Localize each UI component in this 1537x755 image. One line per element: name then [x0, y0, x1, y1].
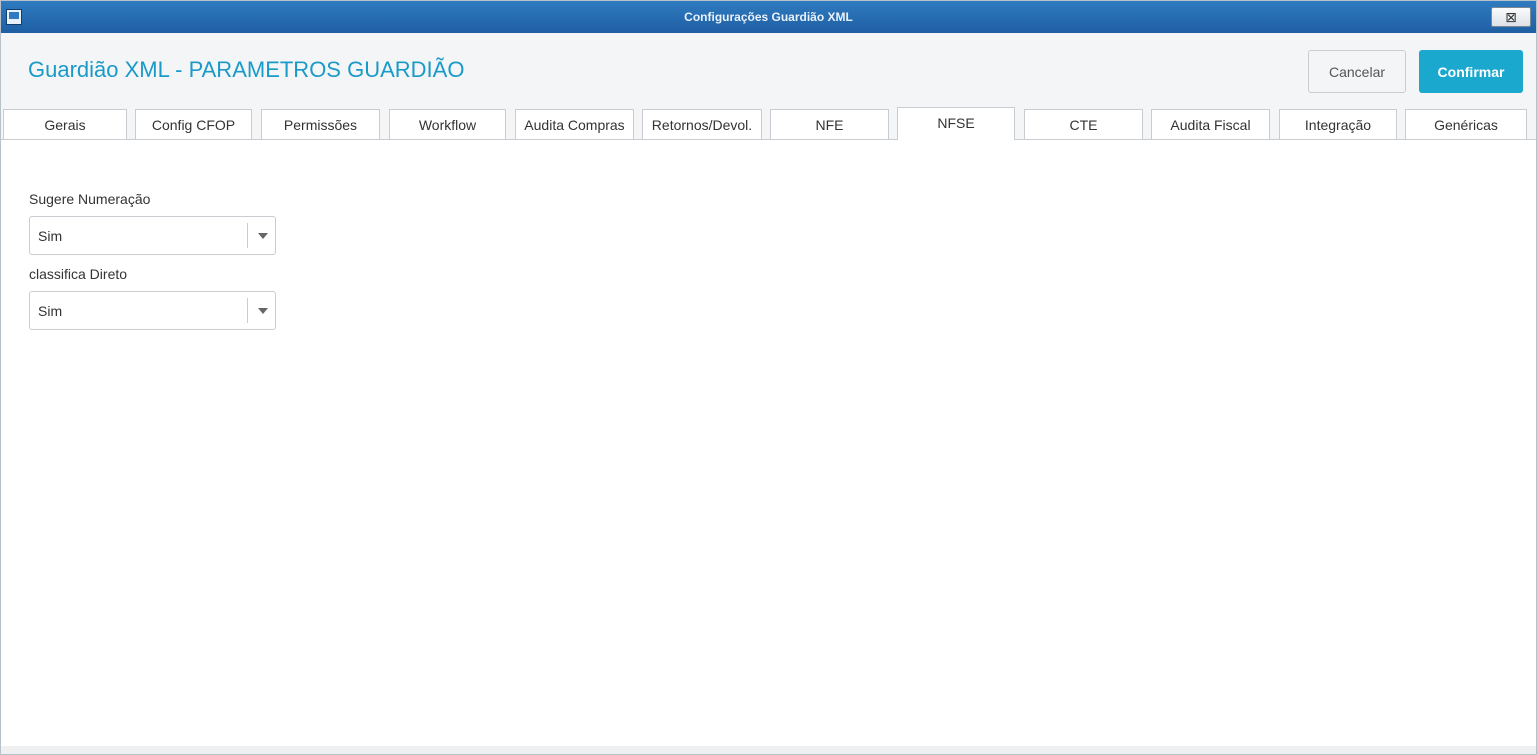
tab-config-cfop[interactable]: Config CFOP: [135, 109, 252, 139]
window-bottom-edge: [1, 746, 1536, 754]
close-button[interactable]: ⊠: [1491, 7, 1531, 27]
tab-audita-fiscal[interactable]: Audita Fiscal: [1151, 109, 1270, 139]
select-divider: [247, 298, 248, 323]
tab-gerais[interactable]: Gerais: [3, 109, 127, 139]
tab-bar: Gerais Config CFOP Permissões Workflow A…: [1, 107, 1536, 140]
dialog-window: Configurações Guardião XML ⊠ Guardião XM…: [0, 0, 1537, 755]
tab-cte[interactable]: CTE: [1024, 109, 1143, 139]
select-divider: [247, 223, 248, 248]
title-bar[interactable]: Configurações Guardião XML ⊠: [1, 1, 1536, 33]
tab-genericas[interactable]: Genéricas: [1405, 109, 1527, 139]
chevron-down-icon[interactable]: [258, 233, 268, 239]
page-title: Guardião XML - PARAMETROS GUARDIÃO: [28, 57, 465, 82]
dialog-header: Guardião XML - PARAMETROS GUARDIÃO Cance…: [1, 33, 1536, 107]
window-title: Configurações Guardião XML: [684, 10, 853, 24]
sugere-numeracao-label: Sugere Numeração: [29, 191, 151, 207]
cancel-button[interactable]: Cancelar: [1308, 50, 1406, 93]
tab-nfe[interactable]: NFE: [770, 109, 889, 139]
tab-nfse[interactable]: NFSE: [897, 107, 1015, 140]
classifica-direto-value: Sim: [38, 303, 63, 319]
sugere-numeracao-value: Sim: [38, 228, 63, 244]
tab-permissoes[interactable]: Permissões: [261, 109, 380, 139]
tab-integracao[interactable]: Integração: [1279, 109, 1397, 139]
sugere-numeracao-select[interactable]: Sim: [29, 216, 276, 255]
tab-workflow[interactable]: Workflow: [389, 109, 506, 139]
nfse-tab-panel: Sugere Numeração Sim classifica Direto S…: [1, 140, 1536, 746]
classifica-direto-select[interactable]: Sim: [29, 291, 276, 330]
classifica-direto-label: classifica Direto: [29, 266, 128, 282]
tab-audita-compras[interactable]: Audita Compras: [515, 109, 634, 139]
tab-retornos-devol[interactable]: Retornos/Devol.: [642, 109, 762, 139]
chevron-down-icon[interactable]: [258, 308, 268, 314]
confirm-button[interactable]: Confirmar: [1419, 50, 1523, 93]
